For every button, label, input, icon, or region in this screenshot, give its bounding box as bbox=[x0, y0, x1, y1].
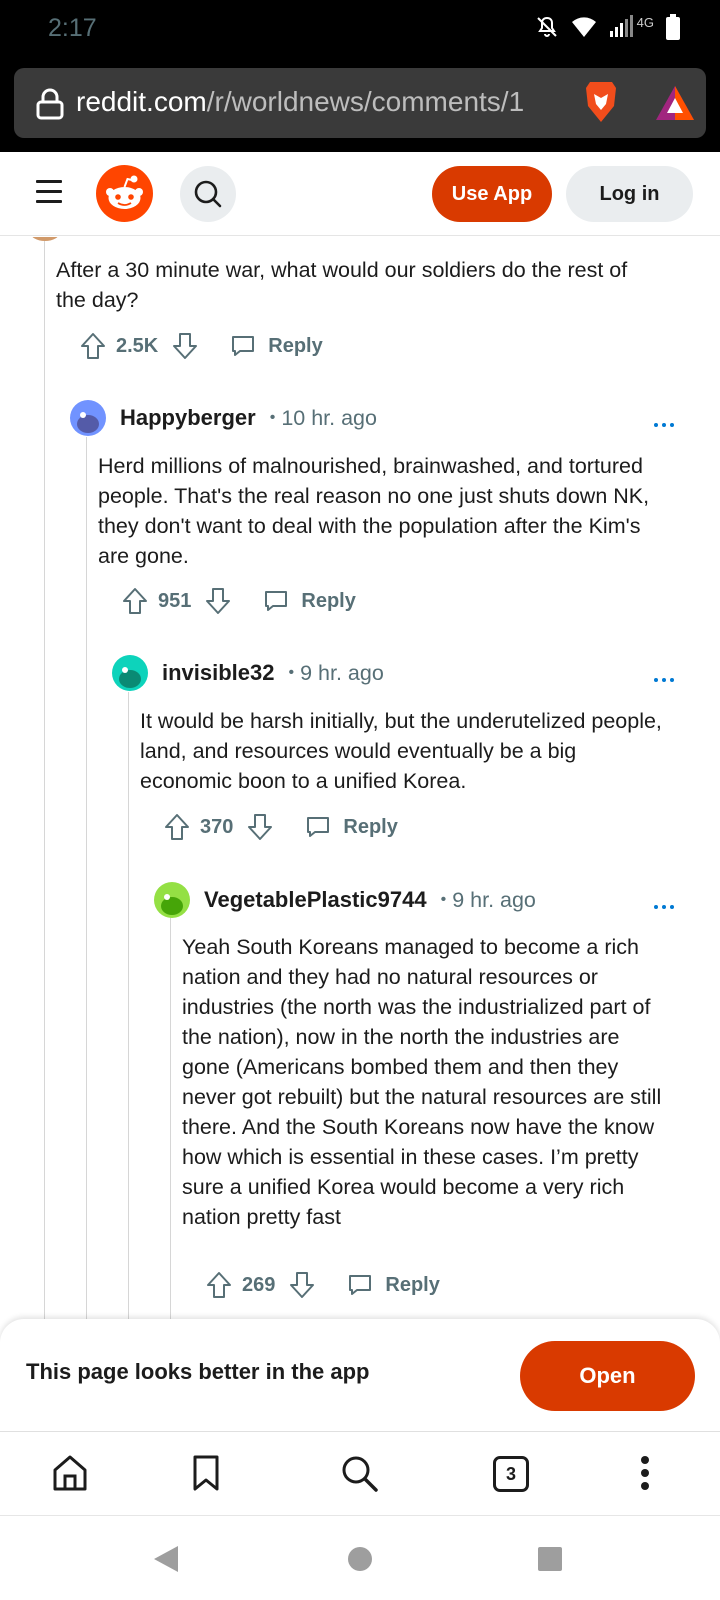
home-icon[interactable] bbox=[52, 1454, 88, 1492]
downvote-icon[interactable] bbox=[289, 1271, 315, 1299]
vote-count: 2.5K bbox=[116, 334, 159, 357]
brave-rewards-icon[interactable] bbox=[654, 84, 696, 122]
reply-label: Reply bbox=[343, 815, 398, 838]
open-app-button[interactable]: Open bbox=[520, 1341, 695, 1411]
upvote-icon[interactable] bbox=[122, 587, 148, 615]
recents-icon[interactable] bbox=[537, 1546, 563, 1572]
menu-icon[interactable] bbox=[36, 180, 62, 203]
reply-button[interactable]: Reply bbox=[230, 334, 323, 358]
reddit-header: Use App Log in bbox=[0, 152, 720, 236]
browser-bottom-bar: 3 bbox=[0, 1431, 720, 1515]
more-options-icon[interactable] bbox=[654, 896, 680, 909]
network-type: 4G bbox=[636, 14, 654, 30]
comment-header: invisible32 • 9 hr. ago bbox=[112, 655, 384, 691]
separator: • bbox=[440, 891, 447, 908]
downvote-icon[interactable] bbox=[247, 813, 273, 841]
comment-body: Herd millions of malnourished, brainwash… bbox=[98, 454, 650, 568]
comment-author[interactable]: VegetablePlastic9744 bbox=[204, 887, 427, 913]
search-icon bbox=[194, 180, 222, 208]
url-domain: reddit.com bbox=[76, 86, 207, 117]
comment-body: It would be harsh initially, but the und… bbox=[140, 709, 662, 793]
wifi-icon bbox=[571, 17, 596, 37]
url-path: /r/worldnews/comments/1 bbox=[206, 86, 525, 117]
downvote-icon[interactable] bbox=[172, 332, 198, 360]
comment-icon bbox=[232, 336, 255, 356]
comment-body: After a 30 minute war, what would our so… bbox=[56, 258, 628, 312]
status-icons: 4G bbox=[535, 14, 680, 40]
lock-icon[interactable] bbox=[36, 88, 64, 120]
upvote-icon[interactable] bbox=[164, 813, 190, 841]
comment-actions: 370 Reply bbox=[164, 809, 398, 845]
login-button[interactable]: Log in bbox=[566, 166, 693, 222]
reply-button[interactable]: Reply bbox=[263, 589, 356, 613]
comment-time[interactable]: 10 hr. ago bbox=[281, 406, 377, 431]
address-bar[interactable]: reddit.com/r/worldnews/comments/1 bbox=[14, 68, 706, 138]
thread-line[interactable] bbox=[44, 237, 45, 1319]
use-app-button[interactable]: Use App bbox=[432, 166, 552, 222]
comment-actions: 269 Reply bbox=[206, 1267, 440, 1303]
screen: 2:17 4G reddit.com/r/worldnews/comments/… bbox=[0, 0, 720, 1600]
thread-line[interactable] bbox=[128, 692, 129, 1319]
reddit-logo-icon[interactable] bbox=[96, 165, 153, 222]
reply-button[interactable]: Reply bbox=[347, 1273, 440, 1297]
separator: • bbox=[288, 664, 295, 681]
signal-icon bbox=[609, 15, 633, 37]
home-nav-icon[interactable] bbox=[347, 1546, 373, 1572]
comment-time[interactable]: 9 hr. ago bbox=[300, 661, 384, 686]
avatar[interactable] bbox=[112, 655, 148, 691]
avatar[interactable] bbox=[154, 882, 190, 918]
comment-thread: After a 30 minute war, what would our so… bbox=[0, 237, 720, 1319]
comment-time[interactable]: 9 hr. ago bbox=[452, 888, 536, 913]
comment-header: Happyberger • 10 hr. ago bbox=[70, 400, 377, 436]
comment-author[interactable]: invisible32 bbox=[162, 660, 275, 686]
vote-count: 370 bbox=[200, 815, 234, 838]
separator: • bbox=[269, 409, 276, 426]
avatar[interactable] bbox=[30, 237, 60, 241]
brave-shields-icon[interactable] bbox=[582, 80, 620, 124]
reply-label: Reply bbox=[385, 1273, 440, 1296]
more-options-icon[interactable] bbox=[654, 414, 680, 427]
url-text[interactable]: reddit.com/r/worldnews/comments/1 bbox=[76, 86, 566, 118]
more-options-icon[interactable] bbox=[654, 669, 680, 682]
back-icon[interactable] bbox=[152, 1544, 180, 1574]
comment-author[interactable]: Happyberger bbox=[120, 405, 256, 431]
avatar[interactable] bbox=[70, 400, 106, 436]
comment-actions: 2.5K Reply bbox=[80, 328, 323, 364]
battery-icon bbox=[666, 14, 680, 40]
comment-header: VegetablePlastic9744 • 9 hr. ago bbox=[154, 882, 536, 918]
vote-count: 951 bbox=[158, 589, 192, 612]
system-navigation-bar bbox=[0, 1515, 720, 1600]
upvote-icon[interactable] bbox=[206, 1271, 232, 1299]
browser-toolbar: reddit.com/r/worldnews/comments/1 bbox=[0, 56, 720, 152]
search-button[interactable] bbox=[180, 166, 236, 222]
downvote-icon[interactable] bbox=[205, 587, 231, 615]
bell-off-icon bbox=[536, 16, 557, 37]
open-in-app-banner: This page looks better in the app Open bbox=[0, 1319, 720, 1431]
comment-icon bbox=[349, 1275, 372, 1295]
reply-button[interactable]: Reply bbox=[305, 815, 398, 839]
comment-body: Yeah South Koreans managed to become a r… bbox=[182, 935, 662, 1229]
bookmark-icon[interactable] bbox=[192, 1454, 220, 1492]
status-bar: 2:17 4G bbox=[0, 0, 720, 56]
status-time: 2:17 bbox=[48, 14, 97, 42]
comment-icon bbox=[265, 591, 288, 611]
vote-count: 269 bbox=[242, 1273, 276, 1296]
tab-switcher-button[interactable]: 3 bbox=[493, 1456, 529, 1492]
more-menu-icon[interactable] bbox=[640, 1454, 650, 1492]
search-icon[interactable] bbox=[340, 1454, 380, 1494]
thread-line[interactable] bbox=[86, 437, 87, 1319]
upvote-icon[interactable] bbox=[80, 332, 106, 360]
reply-label: Reply bbox=[301, 589, 356, 612]
thread-line[interactable] bbox=[170, 917, 171, 1319]
app-prompt-message: This page looks better in the app bbox=[26, 1359, 370, 1384]
reply-label: Reply bbox=[268, 334, 323, 357]
comment-icon bbox=[307, 817, 330, 837]
comment-actions: 951 Reply bbox=[122, 583, 356, 619]
